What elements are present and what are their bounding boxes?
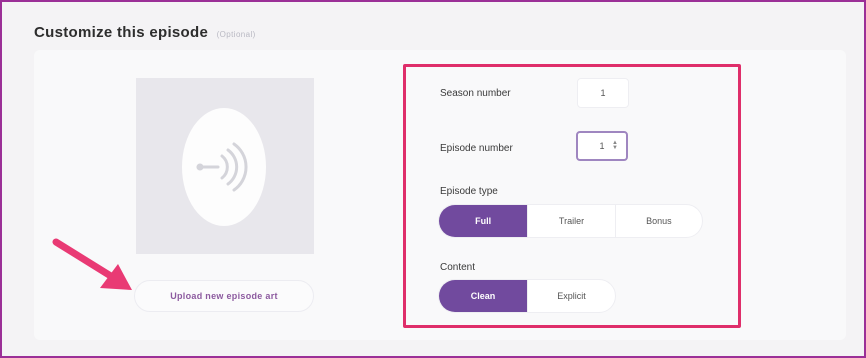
podcast-broadcast-icon	[196, 142, 248, 192]
content-rating-selector: Clean Explicit	[438, 279, 616, 313]
episode-type-bonus[interactable]: Bonus	[616, 205, 702, 237]
episode-type-selector: Full Trailer Bonus	[438, 204, 703, 238]
episode-number-input[interactable]: 1 ▲ ▼	[576, 131, 628, 161]
content-label: Content	[440, 262, 476, 273]
pointer-arrow-icon	[52, 238, 132, 290]
episode-number-value: 1	[599, 141, 605, 151]
episode-type-trailer[interactable]: Trailer	[528, 205, 616, 237]
episode-type-full[interactable]: Full	[439, 205, 529, 237]
section-title-text: Customize this episode	[34, 24, 209, 41]
content-clean[interactable]: Clean	[439, 280, 528, 312]
episode-number-label: Episode number	[440, 143, 513, 154]
optional-label: (Optional)	[216, 30, 256, 39]
season-number-value: 1	[600, 88, 606, 98]
content-explicit[interactable]: Explicit	[528, 280, 615, 312]
art-circle	[182, 108, 266, 226]
section-title: Customize this episode (Optional)	[34, 24, 256, 41]
season-number-label: Season number	[440, 88, 511, 99]
season-number-input[interactable]: 1	[577, 78, 629, 108]
episode-art-placeholder	[136, 78, 314, 254]
stepper-arrows-icon[interactable]: ▲ ▼	[612, 140, 618, 151]
upload-episode-art-button[interactable]: Upload new episode art	[134, 280, 314, 312]
episode-type-label: Episode type	[440, 186, 498, 197]
